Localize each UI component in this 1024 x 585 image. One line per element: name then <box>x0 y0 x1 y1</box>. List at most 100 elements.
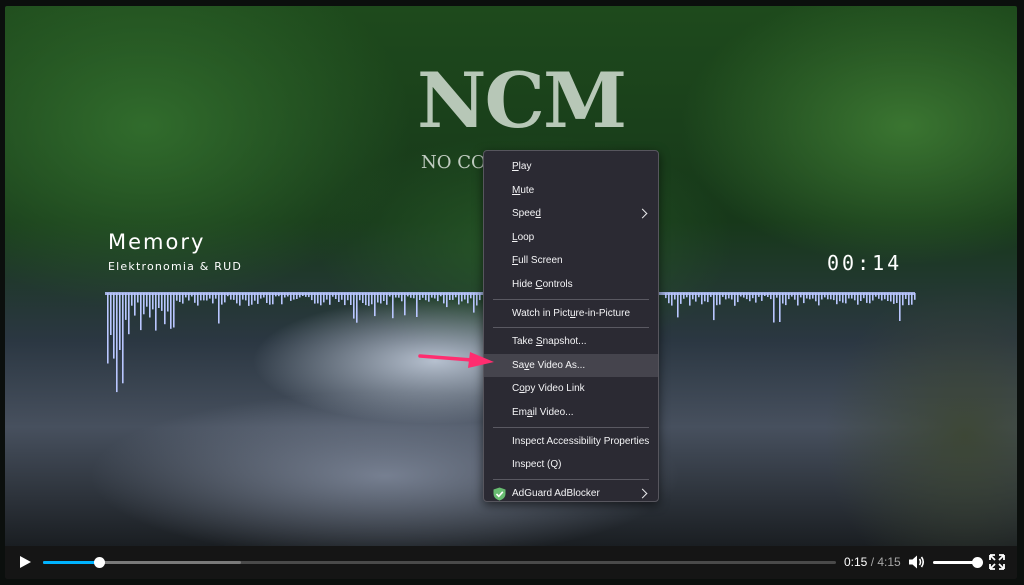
visualizer-bar <box>191 293 193 297</box>
menu-item-mute[interactable]: Mute <box>484 179 658 203</box>
visualizer-bar <box>281 293 283 305</box>
visualizer-bar <box>383 293 385 301</box>
menu-item-speed[interactable]: Speed <box>484 202 658 226</box>
visualizer-bar <box>323 293 325 303</box>
visualizer-bar <box>236 293 238 304</box>
visualizer-bar <box>311 293 313 301</box>
visualizer-bar <box>446 293 448 308</box>
visualizer-bar <box>185 293 187 298</box>
menu-item-save-video-as[interactable]: Save Video As... <box>484 353 658 378</box>
visualizer-bar <box>125 293 127 320</box>
visualizer-bar <box>173 293 175 328</box>
visualizer-bar <box>698 293 700 298</box>
visualizer-bar <box>869 293 871 304</box>
menu-item-email-video[interactable]: Email Video... <box>484 401 658 425</box>
visualizer-bar <box>668 293 670 304</box>
visualizer-bar <box>227 293 229 297</box>
visualizer-bar <box>449 293 451 300</box>
visualizer-bar <box>461 293 463 302</box>
visualizer-bar <box>884 293 886 300</box>
visualizer-bar <box>686 293 688 298</box>
menu-item-loop[interactable]: Loop <box>484 226 658 250</box>
visualizer-bar <box>233 293 235 300</box>
menu-item-play[interactable]: Play <box>484 155 658 179</box>
visualizer-bar <box>314 293 316 304</box>
visualizer-bar <box>137 293 139 303</box>
menu-item-inspect-accessibility[interactable]: Inspect Accessibility Properties <box>484 430 658 454</box>
visualizer-bar <box>356 293 358 323</box>
menu-item-full-screen[interactable]: Full Screen <box>484 249 658 273</box>
visualizer-bar <box>470 293 472 299</box>
visualizer-bar <box>824 293 826 298</box>
progress-thumb[interactable] <box>93 557 105 568</box>
visualizer-bar <box>404 293 406 316</box>
visualizer-bar <box>839 293 841 302</box>
visualizer-bar <box>392 293 394 319</box>
visualizer-bar <box>665 293 667 299</box>
visualizer-bar <box>131 293 133 306</box>
visualizer-bar <box>188 293 190 301</box>
visualizer-bar <box>842 293 844 303</box>
menu-separator <box>493 327 649 329</box>
context-menu: Play Mute Speed Loop Full Screen Hide Co… <box>483 150 659 502</box>
visualizer-bar <box>827 293 829 300</box>
menu-item-adguard[interactable]: AdGuard AdBlocker <box>484 482 658 506</box>
visualizer-bar <box>719 293 721 305</box>
visualizer-bar <box>785 293 787 306</box>
visualizer-bar <box>167 293 169 312</box>
visualizer-bar <box>806 293 808 299</box>
menu-item-copy-video-link[interactable]: Copy Video Link <box>484 377 658 401</box>
visualizer-bar <box>338 293 340 302</box>
visualizer-bar <box>410 293 412 298</box>
visualizer-bar <box>830 293 832 300</box>
visualizer-bar <box>266 293 268 303</box>
visualizer-bar <box>128 293 130 335</box>
visualizer-bar <box>761 293 763 301</box>
visualizer-bar <box>467 293 469 304</box>
menu-item-hide-controls[interactable]: Hide Controls <box>484 273 658 297</box>
menu-separator <box>493 478 649 480</box>
visualizer-bar <box>395 293 397 298</box>
visualizer-bar <box>248 293 250 306</box>
visualizer-bar <box>782 293 784 304</box>
visualizer-bar <box>737 293 739 303</box>
visualizer-bar <box>821 293 823 300</box>
volume-slider[interactable] <box>933 557 983 568</box>
visualizer-bar <box>692 293 694 300</box>
visualizer-bar <box>182 293 184 304</box>
visualizer-bar <box>905 293 907 299</box>
visualizer-bar <box>293 293 295 300</box>
visualizer-bar <box>212 293 214 304</box>
menu-item-take-snapshot[interactable]: Take Snapshot... <box>484 330 658 354</box>
menu-separator <box>493 426 649 428</box>
visualizer-bar <box>689 293 691 306</box>
visualizer-bar <box>239 293 241 306</box>
volume-thumb[interactable] <box>972 557 983 568</box>
visualizer-bar <box>263 293 265 298</box>
visualizer-bar <box>407 293 409 297</box>
visualizer-bar <box>914 293 916 300</box>
visualizer-bar <box>455 293 457 298</box>
visualizer-bar <box>146 293 148 307</box>
visualizer-bar <box>701 293 703 305</box>
visualizer-bar <box>710 293 712 297</box>
volume-icon[interactable] <box>908 554 926 570</box>
visualizer-bar <box>161 293 163 311</box>
menu-item-picture-in-picture[interactable]: Watch in Picture-in-Picture <box>484 302 658 326</box>
progress-bar[interactable] <box>43 557 836 568</box>
visualizer-bar <box>347 293 349 301</box>
visualizer-bar <box>875 293 877 297</box>
visualizer-bar <box>902 293 904 306</box>
play-icon[interactable] <box>17 554 33 570</box>
visualizer-bar <box>437 293 439 302</box>
visualizer-bar <box>203 293 205 301</box>
visualizer-bar <box>305 293 307 297</box>
menu-item-inspect[interactable]: Inspect (Q) <box>484 453 658 477</box>
adguard-shield-icon <box>493 487 506 501</box>
visualizer-bar <box>854 293 856 301</box>
visualizer-bar <box>350 293 352 305</box>
fullscreen-icon[interactable] <box>989 554 1005 570</box>
visualizer-bar <box>695 293 697 302</box>
visualizer-bar <box>743 293 745 298</box>
visualizer-bar <box>299 293 301 298</box>
